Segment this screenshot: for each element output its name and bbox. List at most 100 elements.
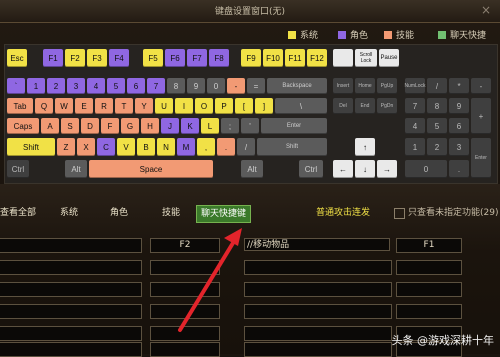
tab-system[interactable]: 系统: [60, 205, 78, 221]
key-space[interactable]: Space: [89, 160, 213, 178]
key-f5[interactable]: F5: [143, 49, 163, 67]
row-key-cell[interactable]: [150, 326, 220, 341]
key-num-9[interactable]: 9: [449, 98, 469, 114]
key-g[interactable]: G: [121, 118, 139, 134]
key-ctrl-left[interactable]: Ctrl: [7, 160, 29, 178]
key-6[interactable]: 6: [127, 78, 145, 94]
key-7[interactable]: 7: [147, 78, 165, 94]
key-alt-right[interactable]: Alt: [241, 160, 263, 178]
key-f3[interactable]: F3: [87, 49, 107, 67]
tab-all[interactable]: 查看全部: [0, 205, 36, 221]
key-z[interactable]: Z: [57, 138, 75, 156]
key-q[interactable]: Q: [35, 98, 53, 114]
key-f10[interactable]: F10: [263, 49, 283, 67]
normal-attack-repeat-button[interactable]: 普通攻击连发: [316, 205, 370, 221]
key-equals[interactable]: =: [247, 78, 265, 94]
key-scroll-lock[interactable]: Scroll Lock: [355, 49, 377, 67]
key-num-2[interactable]: 2: [427, 138, 447, 156]
key-num-0[interactable]: 0: [405, 160, 447, 178]
list-row[interactable]: F2 //移动物品 F1: [0, 238, 500, 253]
key-2[interactable]: 2: [47, 78, 65, 94]
key-pgdn[interactable]: PgDn: [377, 98, 397, 114]
row-key-cell[interactable]: F2: [150, 238, 220, 253]
key-l[interactable]: L: [201, 118, 219, 134]
key-esc[interactable]: Esc: [7, 49, 27, 67]
key-shift-right[interactable]: Shift: [257, 138, 327, 156]
key-period[interactable]: .: [217, 138, 235, 156]
key-f8[interactable]: F8: [209, 49, 229, 67]
key-f[interactable]: F: [101, 118, 119, 134]
key-j[interactable]: J: [161, 118, 179, 134]
key-comma[interactable]: ,: [197, 138, 215, 156]
key-caps[interactable]: Caps: [7, 118, 39, 134]
key-o[interactable]: O: [195, 98, 213, 114]
key-slash[interactable]: /: [237, 138, 255, 156]
key-num-5[interactable]: 5: [427, 118, 447, 134]
key-f6[interactable]: F6: [165, 49, 185, 67]
key-f11[interactable]: F11: [285, 49, 305, 67]
key-backspace[interactable]: Backspace: [267, 78, 327, 94]
key-p[interactable]: P: [215, 98, 233, 114]
key-u[interactable]: U: [155, 98, 173, 114]
key-quote[interactable]: ': [241, 118, 259, 134]
key-8[interactable]: 8: [167, 78, 185, 94]
key-num-7[interactable]: 7: [405, 98, 425, 114]
row-key2-cell[interactable]: [396, 282, 462, 297]
key-0[interactable]: 0: [207, 78, 225, 94]
key-backtick[interactable]: `: [7, 78, 25, 94]
key-r[interactable]: R: [95, 98, 113, 114]
key-f2[interactable]: F2: [65, 49, 85, 67]
key-3[interactable]: 3: [67, 78, 85, 94]
key-num-3[interactable]: 3: [449, 138, 469, 156]
key-ctrl-right[interactable]: Ctrl: [299, 160, 323, 178]
key-f1[interactable]: F1: [43, 49, 63, 67]
key-tab[interactable]: Tab: [7, 98, 33, 114]
key-arrow-down[interactable]: ↓: [355, 160, 375, 178]
key-1[interactable]: 1: [27, 78, 45, 94]
row-key2-cell[interactable]: [396, 260, 462, 275]
row-key-cell[interactable]: [150, 342, 220, 357]
key-insert[interactable]: Insert: [333, 78, 353, 94]
key-s[interactable]: S: [61, 118, 79, 134]
key-alt-left[interactable]: Alt: [65, 160, 87, 178]
key-arrow-right[interactable]: →: [377, 160, 397, 178]
row-key-cell[interactable]: [150, 304, 220, 319]
list-row[interactable]: [0, 260, 500, 275]
key-5[interactable]: 5: [107, 78, 125, 94]
key-num-divide[interactable]: /: [427, 78, 447, 94]
key-4[interactable]: 4: [87, 78, 105, 94]
only-unassigned-checkbox[interactable]: [394, 208, 405, 219]
list-row[interactable]: [0, 304, 500, 319]
key-a[interactable]: A: [41, 118, 59, 134]
key-n[interactable]: N: [157, 138, 175, 156]
list-row[interactable]: [0, 282, 500, 297]
row-key-cell[interactable]: [150, 282, 220, 297]
close-icon[interactable]: ×: [478, 2, 494, 18]
only-unassigned-label[interactable]: 只查看未指定功能(29): [408, 205, 498, 221]
key-arrow-up[interactable]: ↑: [355, 138, 375, 156]
key-pgup[interactable]: PgUp: [377, 78, 397, 94]
key-num-4[interactable]: 4: [405, 118, 425, 134]
key-num-1[interactable]: 1: [405, 138, 425, 156]
key-i[interactable]: I: [175, 98, 193, 114]
key-backslash[interactable]: \: [275, 98, 327, 114]
key-num-minus[interactable]: -: [471, 78, 491, 94]
key-num-multiply[interactable]: *: [449, 78, 469, 94]
key-right-bracket[interactable]: ]: [255, 98, 273, 114]
key-num-plus[interactable]: +: [471, 98, 491, 134]
key-num-enter[interactable]: Enter: [471, 138, 491, 178]
key-f7[interactable]: F7: [187, 49, 207, 67]
key-num-decimal[interactable]: .: [449, 160, 469, 178]
key-y[interactable]: Y: [135, 98, 153, 114]
key-minus[interactable]: -: [227, 78, 245, 94]
key-w[interactable]: W: [55, 98, 73, 114]
key-pause[interactable]: Pause: [379, 49, 399, 67]
key-f4[interactable]: F4: [109, 49, 129, 67]
key-print-screen[interactable]: [333, 49, 353, 67]
key-left-bracket[interactable]: [: [235, 98, 253, 114]
row-key2-cell[interactable]: F1: [396, 238, 462, 253]
tab-chat-shortcut[interactable]: 聊天快捷键: [196, 205, 252, 223]
key-b[interactable]: B: [137, 138, 155, 156]
key-enter[interactable]: Enter: [261, 118, 327, 134]
key-home[interactable]: Home: [355, 78, 375, 94]
